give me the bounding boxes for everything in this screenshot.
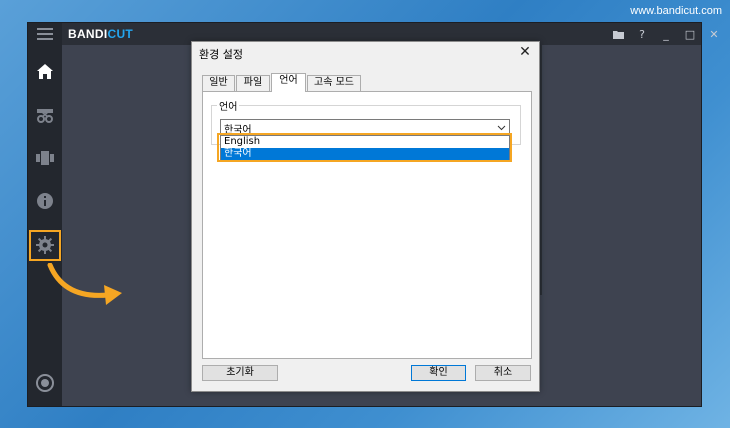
settings-highlight	[29, 230, 61, 261]
help-button[interactable]: ?	[631, 23, 653, 45]
info-icon[interactable]	[28, 186, 62, 216]
record-icon[interactable]	[28, 368, 62, 398]
home-icon[interactable]	[28, 56, 62, 86]
reset-button[interactable]: 초기화	[202, 365, 278, 381]
ok-button[interactable]: 확인	[411, 365, 466, 381]
dropdown-highlight	[217, 133, 512, 162]
dialog-title: 환경 설정	[199, 48, 243, 61]
join-icon[interactable]	[28, 143, 62, 173]
app-logo: BANDICUT	[68, 27, 134, 41]
cut-icon[interactable]	[28, 100, 62, 130]
tab-fast-mode[interactable]: 고속 모드	[307, 75, 361, 91]
tab-language[interactable]: 언어	[271, 73, 306, 92]
maximize-button[interactable]: □	[679, 23, 701, 45]
menu-icon[interactable]	[28, 19, 62, 49]
cancel-button[interactable]: 취소	[475, 365, 531, 381]
dialog-close-button[interactable]: ✕	[516, 43, 534, 61]
language-group-label: 언어	[217, 98, 240, 113]
website-watermark: www.bandicut.com	[630, 5, 722, 17]
sidebar	[28, 23, 62, 406]
tab-general[interactable]: 일반	[202, 75, 235, 91]
minimize-button[interactable]: _	[655, 23, 677, 45]
close-button[interactable]: ✕	[703, 23, 725, 45]
folder-icon[interactable]	[607, 23, 629, 45]
settings-dialog: 환경 설정 ✕ 일반 파일 언어 고속 모드 언어 한국어 초기화 확인 취소	[191, 41, 540, 392]
tab-file[interactable]: 파일	[236, 75, 270, 91]
pointer-arrow-icon	[47, 263, 122, 305]
